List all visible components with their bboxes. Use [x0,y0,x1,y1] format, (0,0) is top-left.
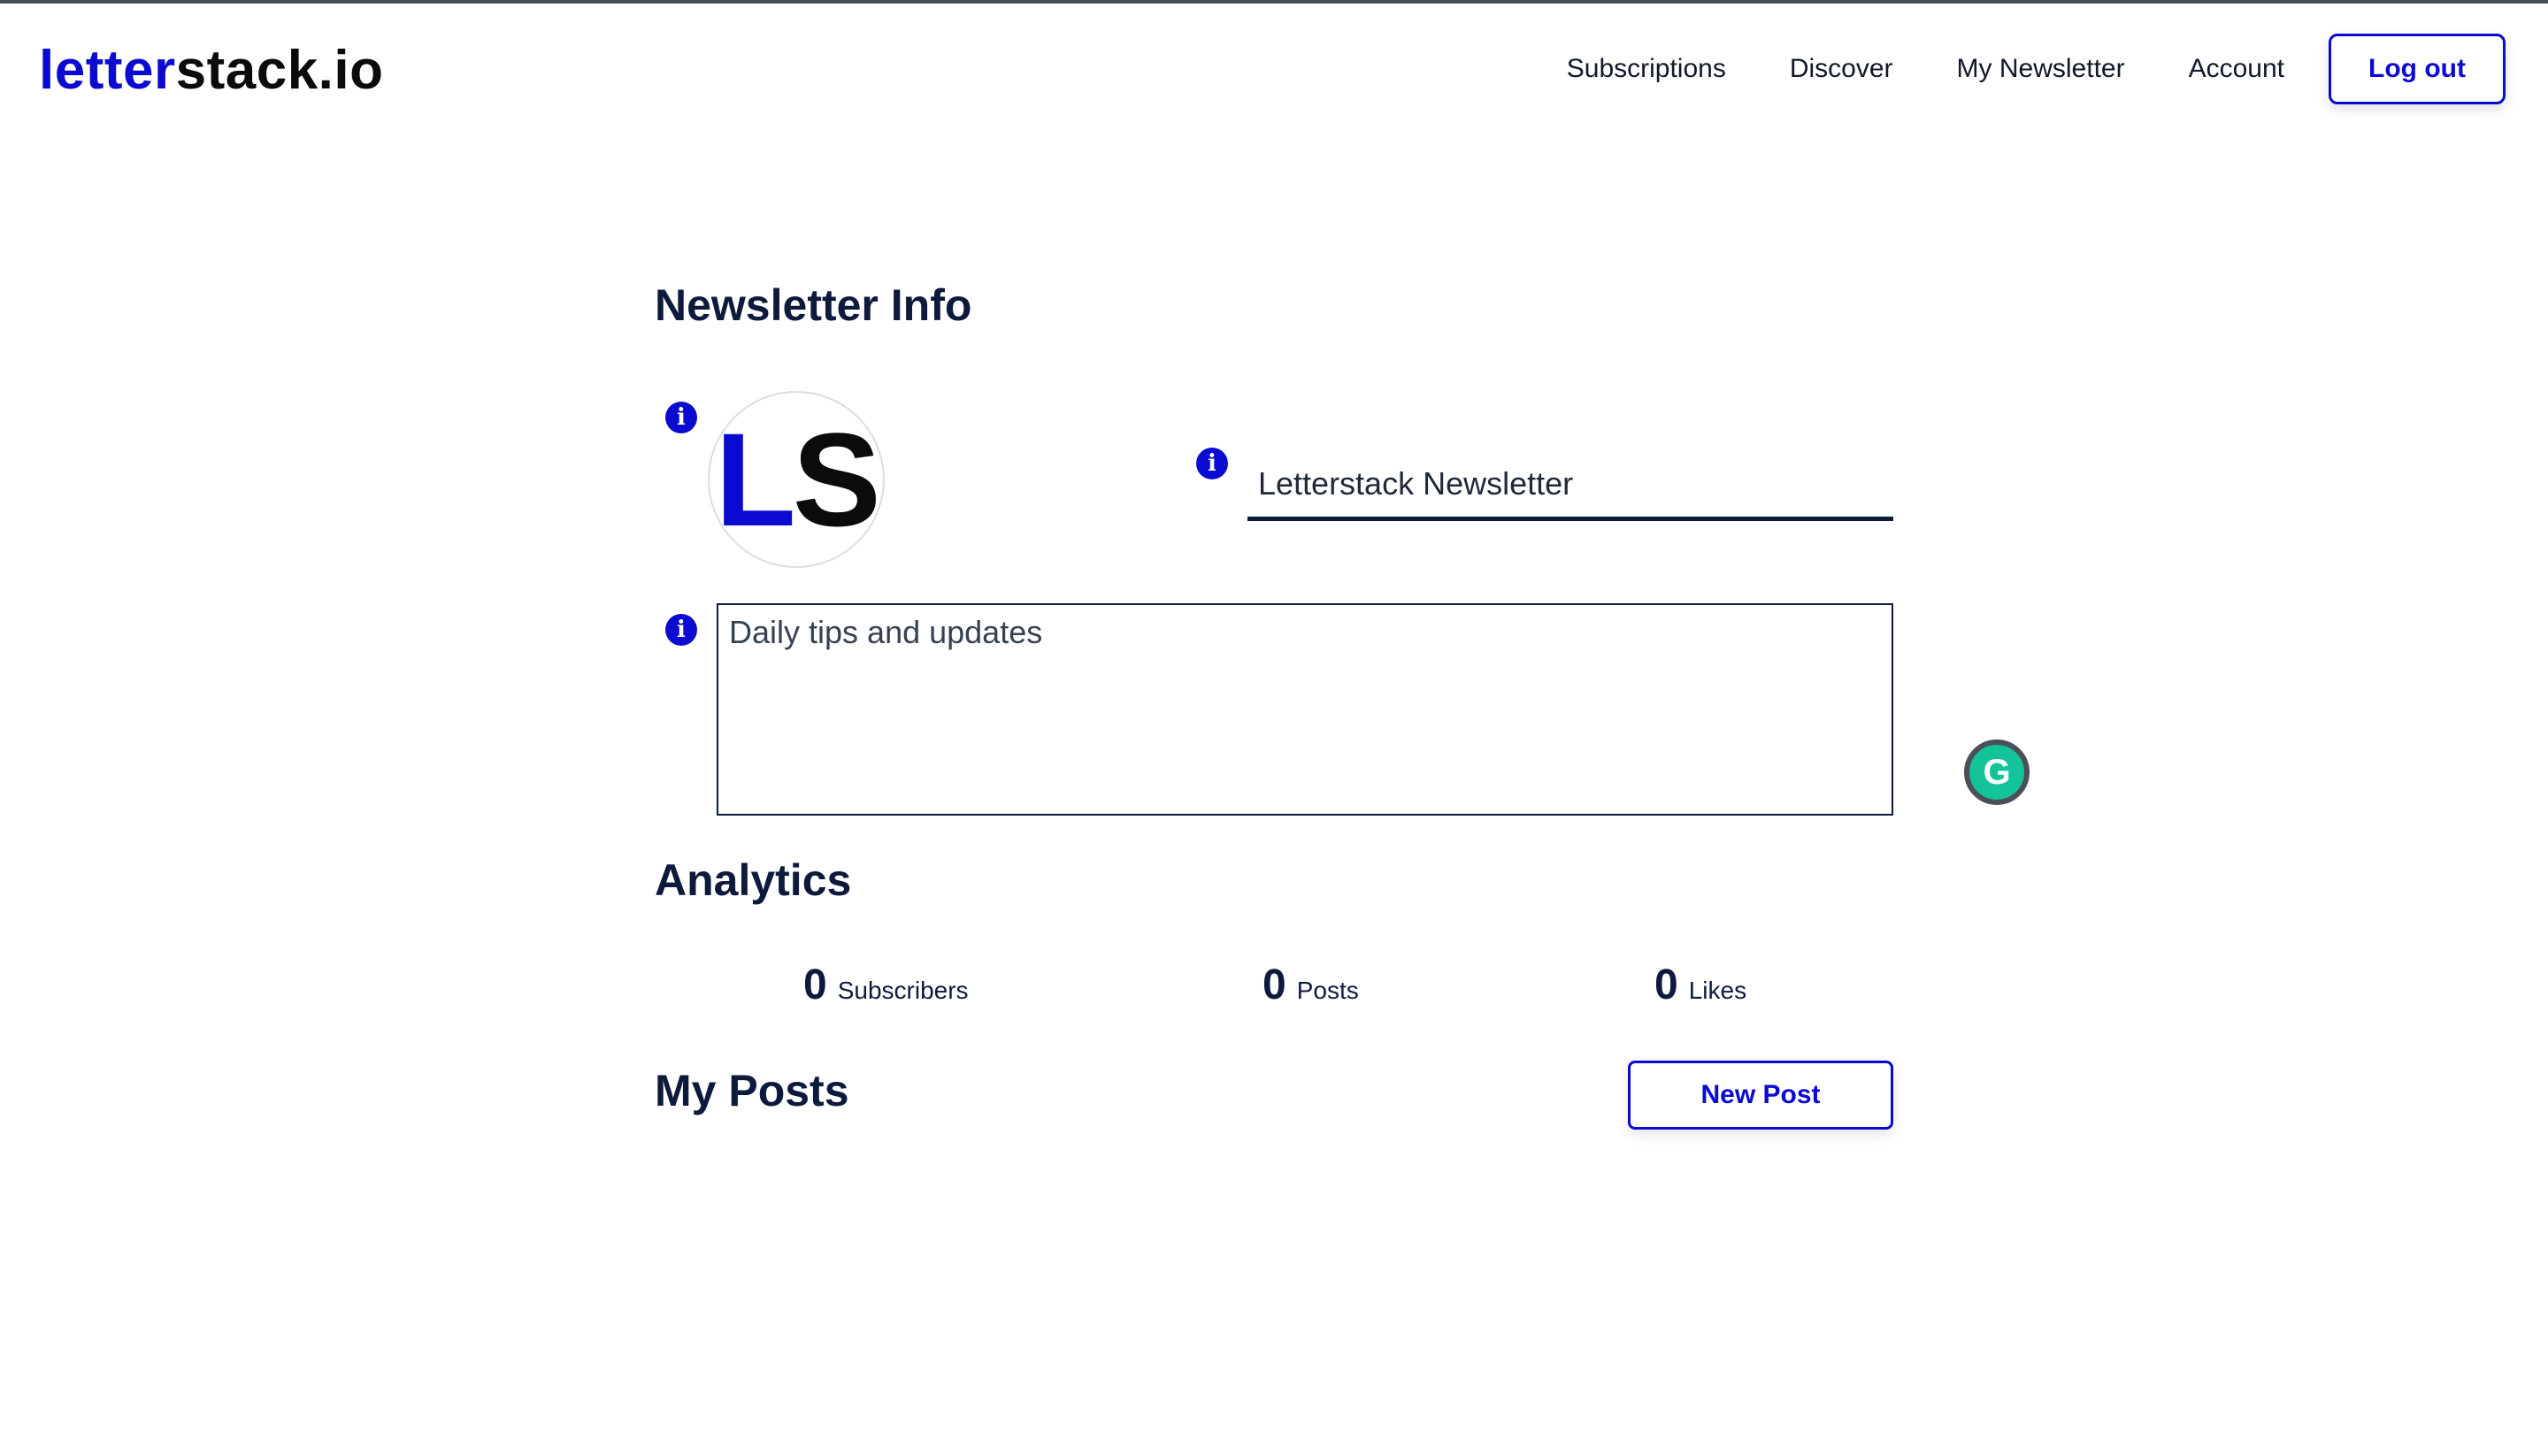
analytics-heading: Analytics [655,855,852,905]
avatar-letter-s: S [792,405,881,554]
nav-account[interactable]: Account [2189,54,2284,84]
info-circle-icon[interactable]: i [665,614,697,646]
newsletter-description-textarea[interactable]: Daily tips and updates [717,603,1893,816]
grammarly-icon[interactable]: G [1964,739,2030,805]
avatar-letter-l: L [715,405,796,554]
nav-my-newsletter[interactable]: My Newsletter [1957,54,2125,84]
logout-button[interactable]: Log out [2329,34,2506,104]
logo-letter: letter [39,40,176,101]
info-circle-icon[interactable]: i [665,402,697,433]
stat-label: Posts [1296,977,1359,1004]
my-posts-heading: My Posts [655,1066,849,1115]
stat-likes: 0 Likes [1654,961,1746,1009]
newsletter-info-heading: Newsletter Info [655,280,972,330]
stat-posts: 0 Posts [1262,961,1359,1009]
newsletter-name-input[interactable] [1247,450,1893,521]
stat-subscribers: 0 Subscribers [803,961,969,1009]
site-logo[interactable]: letterstack.io [39,35,384,106]
stat-label: Subscribers [837,977,969,1004]
top-nav: Subscriptions Discover My Newsletter Acc… [1503,34,2506,104]
logo-stack: stack.io [175,40,384,101]
stat-value: 0 [1654,962,1678,1008]
info-circle-icon[interactable]: i [1196,448,1228,479]
stat-value: 0 [803,962,827,1008]
stat-label: Likes [1688,977,1747,1004]
nav-discover[interactable]: Discover [1790,54,1893,84]
stat-value: 0 [1262,962,1286,1008]
new-post-button[interactable]: New Post [1628,1061,1893,1130]
newsletter-avatar[interactable]: LS [708,391,885,568]
nav-subscriptions[interactable]: Subscriptions [1567,54,1726,84]
